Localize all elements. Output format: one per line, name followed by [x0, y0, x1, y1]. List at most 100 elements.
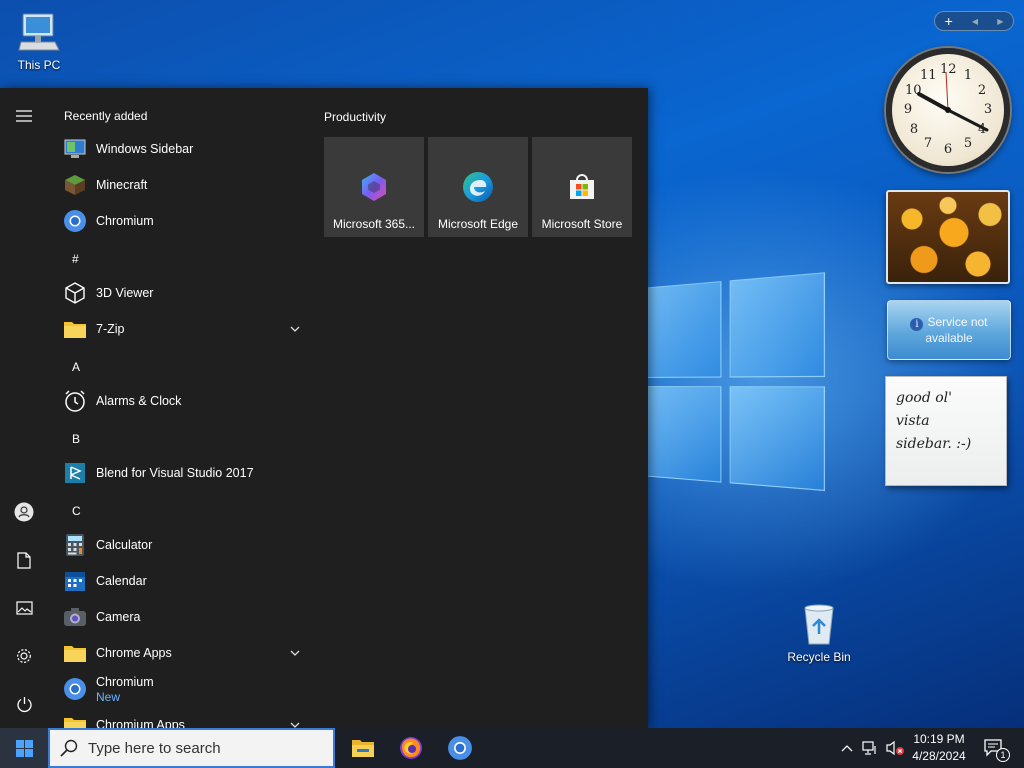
app-label: Calendar [96, 573, 147, 588]
app-calculator[interactable]: Calculator [56, 527, 308, 563]
chevron-down-icon [290, 326, 300, 332]
settings-button[interactable] [0, 636, 48, 676]
taskbar-search-box[interactable] [48, 728, 335, 768]
clock-hands [917, 71, 989, 132]
chromium-icon [62, 208, 88, 234]
firefox-icon [400, 737, 422, 759]
taskbar-file-explorer[interactable] [339, 728, 387, 768]
app-3d-viewer[interactable]: 3D Viewer [56, 275, 308, 311]
app-chromium[interactable]: Chromium [56, 203, 308, 239]
clock-gadget[interactable]: 12 1 2 3 4 5 6 7 8 9 10 11 [886, 48, 1010, 172]
app-label: Minecraft [96, 177, 148, 192]
taskbar-firefox[interactable] [387, 728, 435, 768]
desktop-icon-recycle-bin[interactable]: Recycle Bin [781, 602, 857, 664]
speaker-muted-icon [886, 740, 904, 756]
folder-icon [62, 712, 88, 728]
prev-gadget-button[interactable]: ◀ [972, 17, 978, 26]
next-gadget-button[interactable]: ▶ [997, 17, 1003, 26]
app-windows-sidebar[interactable]: Windows Sidebar [56, 131, 308, 167]
app-minecraft[interactable]: Minecraft [56, 167, 308, 203]
network-icon [862, 741, 876, 755]
start-menu: Recently added Windows Sidebar Minecraft… [0, 88, 648, 728]
app-camera[interactable]: Camera [56, 599, 308, 635]
document-icon [17, 551, 31, 569]
alarm-clock-icon [62, 388, 88, 414]
app-label: 3D Viewer [96, 285, 154, 300]
windows-wallpaper-logo [640, 272, 827, 496]
calculator-icon [62, 532, 88, 558]
app-label: Blend for Visual Studio 2017 [96, 465, 254, 480]
desktop-icon-this-pc[interactable]: This PC [1, 10, 77, 72]
action-center-button[interactable]: 1 [978, 728, 1010, 768]
chromium-icon [448, 736, 472, 760]
power-icon [16, 696, 32, 712]
app-calendar[interactable]: Calendar [56, 563, 308, 599]
app-label: Chromium Apps [96, 717, 185, 729]
search-input[interactable] [88, 733, 318, 763]
folder-icon [62, 640, 88, 666]
taskbar-chromium[interactable] [436, 728, 484, 768]
chevron-down-icon [290, 722, 300, 728]
chevron-up-icon [841, 745, 853, 752]
windows-sidebar-icon [62, 136, 88, 162]
app-list[interactable]: Recently added Windows Sidebar Minecraft… [48, 88, 308, 728]
tile-label: Microsoft Edge [437, 217, 519, 231]
gear-icon [17, 649, 31, 663]
app-label: Alarms & Clock [96, 393, 182, 408]
app-label: 7-Zip [96, 321, 125, 336]
minecraft-icon [62, 172, 88, 198]
hamburger-icon [16, 110, 32, 122]
notification-count-badge: 1 [996, 748, 1010, 762]
app-label: Calculator [96, 537, 153, 552]
productivity-header: Productivity [324, 110, 387, 124]
pictures-button[interactable] [0, 588, 48, 628]
tile-label: Microsoft 365... [332, 217, 416, 231]
new-badge: New [96, 689, 121, 704]
add-gadget-button[interactable]: + [945, 13, 953, 29]
app-blend-vs-2017[interactable]: Blend for Visual Studio 2017 [56, 455, 308, 491]
weather-gadget[interactable]: i Service not available [887, 300, 1011, 360]
file-explorer-icon [352, 740, 374, 757]
power-button[interactable] [0, 684, 48, 724]
app-chrome-apps-folder[interactable]: Chrome Apps [56, 635, 308, 671]
expand-menu-button[interactable] [0, 96, 48, 136]
recycle-bin-icon [804, 604, 834, 645]
app-7zip-folder[interactable]: 7-Zip [56, 311, 308, 347]
app-label: Chromium [96, 674, 154, 689]
letter-header-b[interactable]: B [72, 432, 80, 446]
microsoft-365-icon [354, 167, 394, 207]
desktop-icon-label: This PC [17, 58, 61, 72]
documents-button[interactable] [0, 540, 48, 580]
network-tray-button[interactable] [860, 728, 882, 768]
volume-tray-button[interactable] [884, 728, 906, 768]
show-hidden-icons-button[interactable] [838, 728, 856, 768]
desktop-icon-label: Recycle Bin [787, 650, 851, 664]
tile-microsoft-edge[interactable]: Microsoft Edge [428, 137, 528, 237]
tray-clock[interactable]: 10:19 PM 4/28/2024 [904, 731, 974, 765]
letter-header-a[interactable]: A [72, 360, 80, 374]
user-account-button[interactable] [0, 492, 48, 532]
app-alarms-clock[interactable]: Alarms & Clock [56, 383, 308, 419]
start-button[interactable] [0, 728, 48, 768]
picture-icon [15, 601, 33, 615]
slideshow-gadget[interactable] [886, 190, 1010, 284]
app-label: Chromium [96, 213, 154, 228]
blend-icon [62, 460, 88, 486]
tile-microsoft-365[interactable]: Microsoft 365... [324, 137, 424, 237]
tray-date: 4/28/2024 [912, 749, 966, 763]
letter-header-c[interactable]: C [72, 504, 81, 518]
chevron-down-icon [290, 650, 300, 656]
chromium-icon [62, 676, 88, 702]
tile-microsoft-store[interactable]: Microsoft Store [532, 137, 632, 237]
start-rail [0, 88, 48, 728]
app-chromium-new[interactable]: Chromium New [56, 671, 308, 707]
notes-gadget[interactable]: good ol' vista sidebar. :-) [885, 376, 1007, 486]
folder-icon [62, 316, 88, 342]
recently-added-header: Recently added [64, 109, 148, 123]
app-label: Windows Sidebar [96, 141, 194, 156]
cube-icon [62, 280, 88, 306]
edge-icon [458, 167, 498, 207]
weather-message: Service not available [925, 314, 988, 345]
app-chromium-apps-folder[interactable]: Chromium Apps [56, 707, 308, 728]
letter-header-hash[interactable]: # [72, 252, 79, 266]
